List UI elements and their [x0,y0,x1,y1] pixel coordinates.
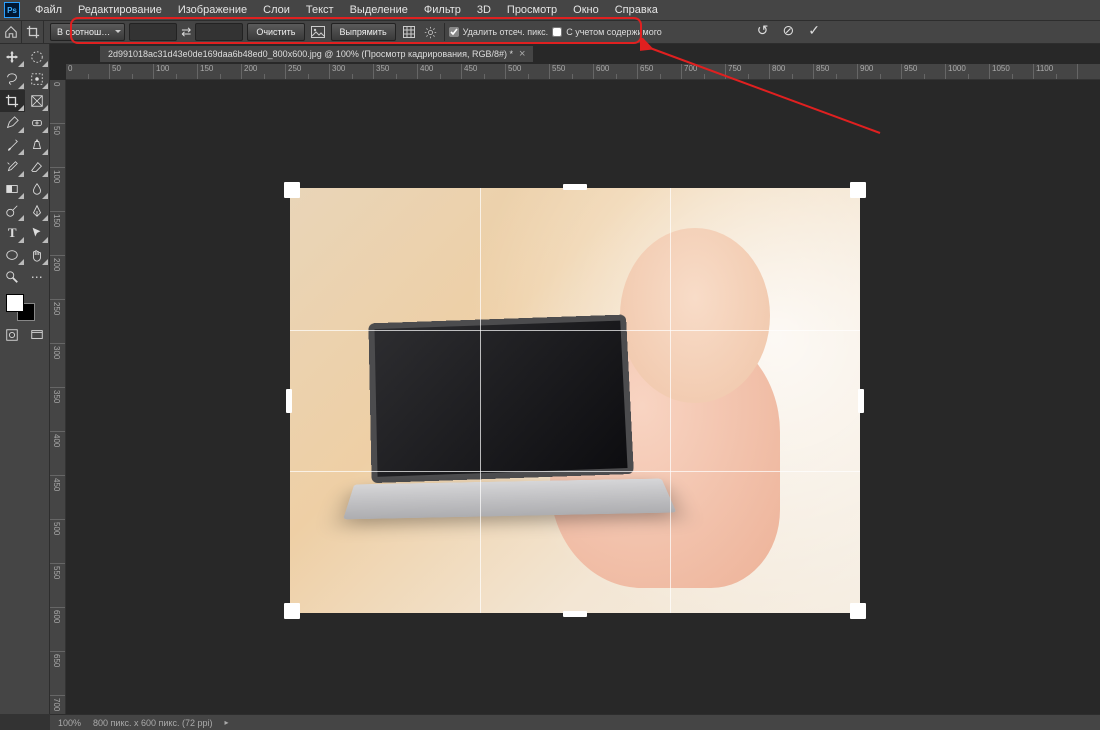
grid-icon[interactable] [400,23,418,41]
crop-handle-tl[interactable] [284,182,300,198]
clear-button[interactable]: Очистить [247,23,304,41]
zoom-tool[interactable] [0,266,25,288]
content-aware-label: С учетом содержимого [566,27,662,37]
straighten-button[interactable]: Выпрямить [331,23,396,41]
home-button[interactable] [0,21,22,43]
edit-toolbar[interactable]: ⋯ [25,266,50,288]
menu-window[interactable]: Окно [566,2,606,18]
crop-handle-bl[interactable] [284,603,300,619]
crop-handle-br[interactable] [850,603,866,619]
status-bar: 100% 800 пикс. x 600 пикс. (72 ppi) ▸ [50,714,1100,730]
tools-panel: T ⋯ [0,44,50,714]
crop-options-bar: В соотнош… ⇄ Очистить Выпрямить Удалить … [44,23,1100,41]
workspace: 2d991018ac31d43e0de169daa6b48ed0_800x600… [50,44,1100,714]
menu-layers[interactable]: Слои [256,2,297,18]
crop-icon [26,25,40,39]
app-logo: Ps [4,2,20,18]
brush-tool[interactable] [0,134,25,156]
crop-handle-tr[interactable] [850,182,866,198]
menu-file[interactable]: Файл [28,2,69,18]
menu-select[interactable]: Выделение [343,2,415,18]
status-doc-size[interactable]: 800 пикс. x 600 пикс. (72 ppi) [93,718,212,728]
document-image [290,188,860,613]
canvas[interactable] [290,188,860,613]
crop-tool[interactable] [0,90,25,112]
crop-handle-left[interactable] [286,389,292,413]
current-tool-indicator[interactable] [22,21,44,43]
status-zoom[interactable]: 100% [58,718,81,728]
pen-tool[interactable] [25,200,50,222]
canvas-area[interactable] [66,80,1100,714]
marquee-tool[interactable] [25,46,50,68]
swap-icon[interactable]: ⇄ [181,25,191,39]
document-tab[interactable]: 2d991018ac31d43e0de169daa6b48ed0_800x600… [100,46,533,62]
color-swatch[interactable] [0,294,49,324]
crop-width-input[interactable] [129,23,177,41]
document-tab-bar: 2d991018ac31d43e0de169daa6b48ed0_800x600… [100,44,1100,64]
type-tool[interactable]: T [0,222,25,244]
menu-help[interactable]: Справка [608,2,665,18]
menu-3d[interactable]: 3D [470,2,498,18]
history-brush-tool[interactable] [0,156,25,178]
menu-filter[interactable]: Фильтр [417,2,468,18]
menu-type[interactable]: Текст [299,2,341,18]
ruler-vertical[interactable]: 0 50 100 150 200 250 300 350 400 450 500… [50,80,66,714]
path-select-tool[interactable] [25,222,50,244]
commit-icon[interactable]: ✓ [808,22,820,39]
options-bar-row: В соотнош… ⇄ Очистить Выпрямить Удалить … [0,20,1100,44]
quick-select-tool[interactable] [25,68,50,90]
menu-image[interactable]: Изображение [171,2,254,18]
move-tool[interactable] [0,46,25,68]
hand-tool[interactable] [25,244,50,266]
image-icon[interactable] [309,23,327,41]
blur-tool[interactable] [25,178,50,200]
cancel-icon[interactable]: ⊘ [783,22,795,39]
menu-view[interactable]: Просмотр [500,2,564,18]
ruler-horizontal[interactable]: 0 50 100 150 200 250 300 350 400 450 500… [66,64,1100,80]
fg-color-swatch[interactable] [6,294,24,312]
delete-pixels-label: Удалить отсеч. пикс. [463,27,549,37]
heal-tool[interactable] [25,112,50,134]
gradient-tool[interactable] [0,178,25,200]
menubar: Ps Файл Редактирование Изображение Слои … [0,0,1100,20]
close-icon[interactable]: × [519,48,525,60]
document-tab-title: 2d991018ac31d43e0de169daa6b48ed0_800x600… [108,49,513,59]
content-aware-checkbox[interactable]: С учетом содержимого [552,27,662,37]
clone-tool[interactable] [25,134,50,156]
lasso-tool[interactable] [0,68,25,90]
quickmask-toggle[interactable] [0,324,25,346]
eyedropper-tool[interactable] [0,112,25,134]
crop-handle-bottom[interactable] [563,611,587,617]
crop-preset-dropdown[interactable]: В соотнош… [50,23,125,41]
eraser-tool[interactable] [25,156,50,178]
crop-height-input[interactable] [195,23,243,41]
status-chevron-icon[interactable]: ▸ [224,718,228,727]
delete-pixels-checkbox[interactable]: Удалить отсеч. пикс. [449,27,549,37]
reset-icon[interactable]: ↺ [757,22,769,39]
crop-handle-right[interactable] [858,389,864,413]
menu-edit[interactable]: Редактирование [71,2,169,18]
commit-actions: ↺ ⊘ ✓ [757,22,820,39]
home-icon [4,25,18,39]
crop-handle-top[interactable] [563,184,587,190]
dodge-tool[interactable] [0,200,25,222]
frame-tool[interactable] [25,90,50,112]
screen-mode[interactable] [25,324,50,346]
gear-icon[interactable] [422,23,440,41]
shape-tool[interactable] [0,244,25,266]
